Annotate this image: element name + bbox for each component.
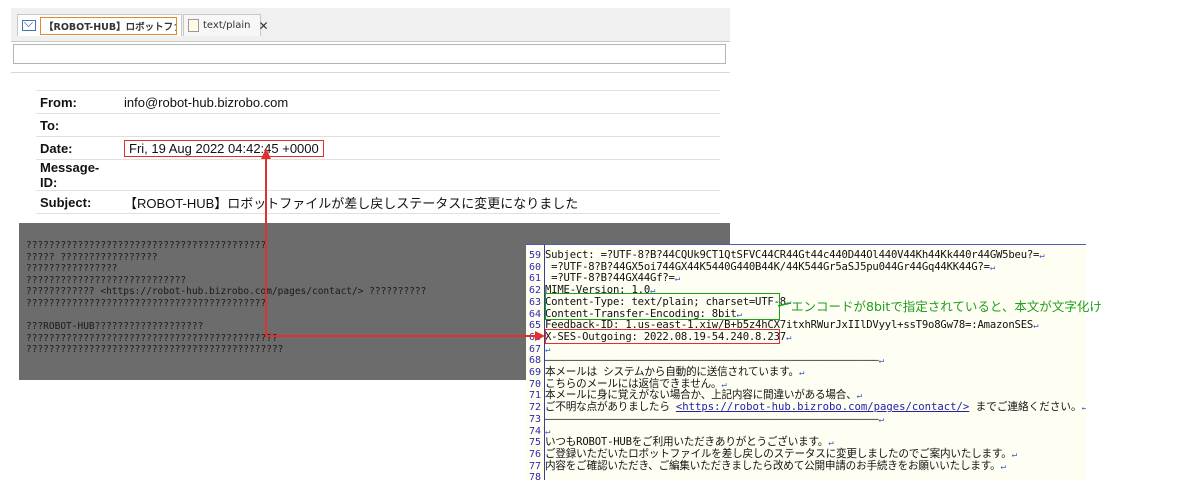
arrow-connector xyxy=(261,148,791,341)
arrow-head-right xyxy=(535,331,545,341)
arrow-head-up xyxy=(261,148,271,159)
arrow-line xyxy=(265,157,537,337)
callout-connector xyxy=(777,302,791,307)
